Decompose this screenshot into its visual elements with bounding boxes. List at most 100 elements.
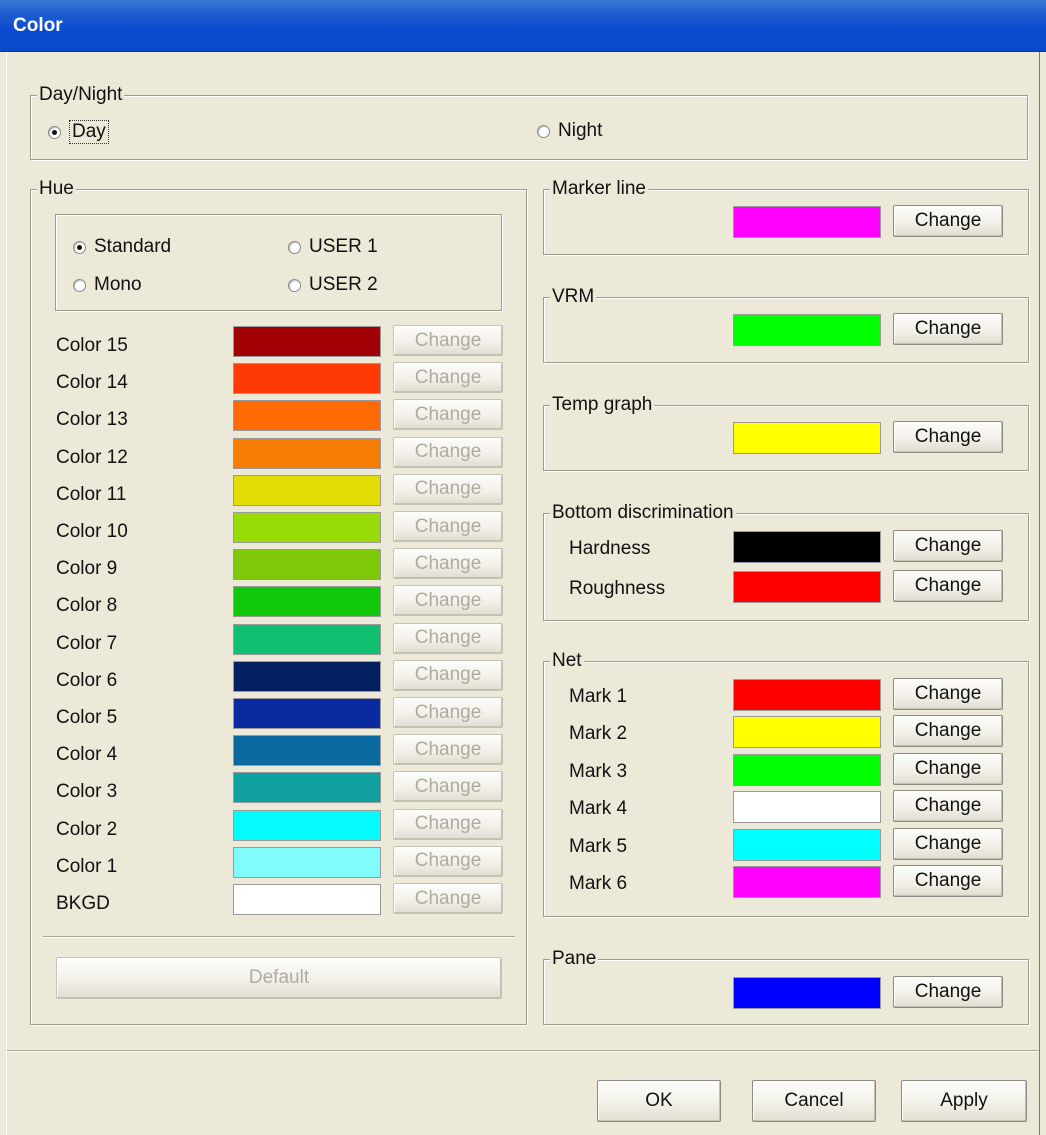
night-radio-label: Night [558,120,603,141]
net-mark-row-label: Mark 1 [569,686,628,707]
net-mark-row-change-button[interactable]: Change [893,752,1003,785]
net-mark-row-label: Mark 4 [569,798,628,820]
hue-row-change-button[interactable]: Change [393,659,503,691]
net-mark-row-change-button[interactable]: Change [893,865,1003,897]
net-mark-row-swatch [733,828,881,861]
hue-row-label: Color 6 [56,669,118,691]
footer-separator [7,1050,1039,1052]
marker-line-legend: Marker line [550,178,648,200]
mono-radio-dot [73,278,86,292]
net-mark-row-change-button[interactable]: Change [893,827,1003,860]
user2-radio-dot [288,278,301,292]
default-button[interactable]: Default [56,957,502,999]
user2-radio[interactable]: USER 2 [288,274,378,296]
net-mark-row-swatch [733,866,881,898]
hue-row-label: Color 13 [56,409,128,431]
hue-row-swatch [233,549,381,581]
hue-row-change-button[interactable]: Change [393,436,503,468]
hue-row-label: Color 2 [56,818,118,840]
hue-row-swatch [233,772,381,804]
bottom-discrimination-row-change-button[interactable]: Change [893,530,1003,562]
hue-row-change-button[interactable]: Change [393,771,503,803]
hue-mode-group [55,214,502,311]
net-mark-row-change-button[interactable]: Change [893,790,1003,823]
hue-row-change-button[interactable]: Change [393,548,503,580]
user1-radio-label: USER 1 [309,236,378,257]
standard-radio-dot [73,240,86,254]
hue-row-label: Color 11 [56,483,127,505]
user2-radio-label: USER 2 [309,274,378,295]
hue-row-swatch [233,474,381,506]
hue-row-swatch [233,326,381,357]
hue-row-label: Color 14 [56,372,128,394]
vrm-change-button[interactable]: Change [893,313,1003,345]
bottom-discrimination-row-swatch [733,571,881,603]
net-legend: Net [550,650,584,672]
hue-row-swatch [233,623,381,655]
marker-line-swatch [733,206,881,238]
hue-row-change-button[interactable]: Change [393,473,503,505]
hue-row-change-button[interactable]: Change [393,362,503,394]
net-mark-row-swatch [733,716,881,749]
standard-radio[interactable]: Standard [73,236,171,258]
net-mark-row-label: Mark 6 [569,873,628,894]
window-title-bar[interactable]: Color [0,0,1046,52]
hue-row-label: Color 15 [56,335,128,356]
net-mark-row-label: Mark 2 [569,723,628,745]
hue-row-swatch [233,512,381,543]
hue-row-change-button[interactable]: Change [393,511,503,542]
hue-row-label: Color 1 [56,855,118,877]
day-radio-label: Day [69,120,109,144]
user1-radio-dot [288,240,301,254]
pane-swatch [733,977,881,1009]
mono-radio[interactable]: Mono [73,274,142,296]
hue-row-change-button[interactable]: Change [393,697,503,728]
night-radio-dot [537,124,550,138]
bottom-discrimination-row-swatch [733,531,881,563]
hue-row-swatch [233,846,381,878]
hue-row-swatch [233,698,381,729]
hue-row-change-button[interactable]: Change [393,883,503,914]
hue-row-swatch [233,884,381,915]
apply-button[interactable]: Apply [901,1080,1027,1122]
daynight-legend: Day/Night [37,84,125,106]
hue-row-change-button[interactable]: Change [393,399,503,431]
hue-legend: Hue [37,178,76,200]
night-radio[interactable]: Night [537,120,602,142]
net-mark-row-swatch [733,753,881,786]
hue-separator [43,936,515,938]
hue-row-change-button[interactable]: Change [393,808,503,840]
hue-row-change-button[interactable]: Change [393,585,503,617]
hue-row-change-button[interactable]: Change [393,325,503,356]
hue-row-change-button[interactable]: Change [393,622,503,654]
hue-row-swatch [233,586,381,618]
net-mark-row-swatch [733,679,881,711]
net-mark-row-label: Mark 5 [569,835,628,857]
hue-row-label: Color 3 [56,781,118,803]
cancel-button[interactable]: Cancel [752,1080,876,1122]
temp-graph-swatch [733,422,881,454]
mono-radio-label: Mono [94,274,142,295]
hue-row-change-button[interactable]: Change [393,734,503,766]
bottom-discrimination-row-change-button[interactable]: Change [893,570,1003,602]
hue-row-label: BKGD [56,893,110,914]
net-mark-row-change-button[interactable]: Change [893,715,1003,748]
day-radio[interactable]: Day [48,120,109,144]
marker-line-change-button[interactable]: Change [893,205,1003,237]
net-mark-row-change-button[interactable]: Change [893,678,1003,710]
temp-graph-change-button[interactable]: Change [893,421,1003,453]
bottom-discrimination-row-label: Hardness [569,538,651,559]
day-radio-dot [48,125,61,139]
pane-change-button[interactable]: Change [893,976,1003,1008]
vrm-legend: VRM [550,286,597,308]
hue-row-swatch [233,809,381,841]
window-title: Color [13,14,63,36]
standard-radio-label: Standard [94,236,172,257]
hue-row-change-button[interactable]: Change [393,845,503,877]
hue-row-label: Color 10 [56,521,128,542]
hue-row-label: Color 9 [56,558,118,580]
net-mark-row-swatch [733,791,881,824]
ok-button[interactable]: OK [597,1080,721,1122]
user1-radio[interactable]: USER 1 [288,236,378,258]
hue-row-label: Color 12 [56,446,128,468]
